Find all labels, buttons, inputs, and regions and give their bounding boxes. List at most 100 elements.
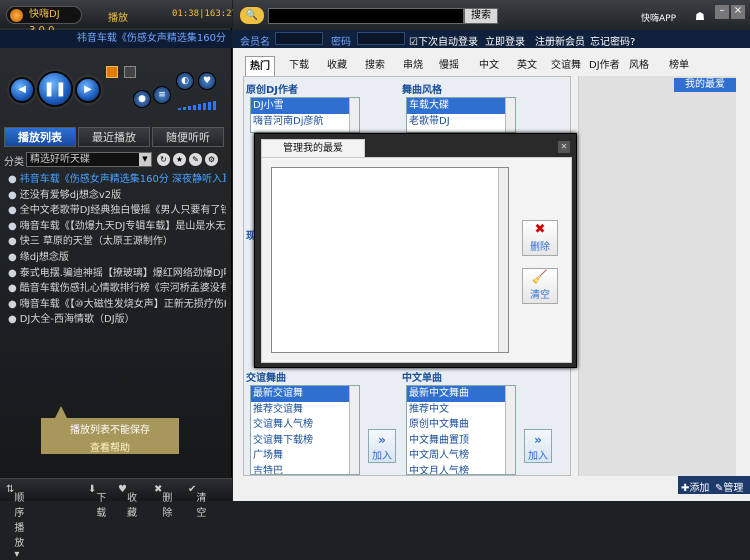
password-input[interactable] [357,32,405,45]
nav-tab[interactable]: 风格 [629,56,649,76]
list-item[interactable]: 推荐中文 [407,402,515,418]
delete-icon: ✖ [534,222,546,237]
bullet-icon: ● [8,314,17,326]
search-button[interactable]: 搜索 [464,8,498,24]
delete-button[interactable]: ✖ 删除 [154,484,172,519]
list-item[interactable]: 交谊舞人气榜 [251,417,359,433]
list-item[interactable]: 最新交谊舞 [251,386,359,402]
add-chinese-button[interactable]: » 加入 [524,429,552,463]
styles-list[interactable]: 车载大碟 老歌带DJ [406,97,516,133]
nav-tab[interactable]: 榜单 [669,56,689,76]
close-button[interactable]: × [731,5,745,19]
playlist-item[interactable]: ● 全中文老歌带DJ经典独白慢摇《男人只要有了钱， [4,203,226,219]
scrollbar[interactable] [498,168,508,352]
login-button[interactable]: 立即登录 [485,33,525,48]
star-icon[interactable]: ★ [173,153,186,166]
nav-tab[interactable]: 中文 [479,56,499,76]
scrollbar[interactable] [349,386,359,474]
list-item[interactable]: 原创中文舞曲 [407,417,515,433]
list-item[interactable]: 嗨音河南Dj彦航 [251,114,359,130]
forgot-password-link[interactable]: 忘记密码? [590,33,635,48]
refresh-icon[interactable]: ↻ [157,153,170,166]
ballroom-list[interactable]: 最新交谊舞推荐交谊舞交谊舞人气榜交谊舞下载榜广场舞吉特巴伦巴 [250,385,360,475]
search-input[interactable] [268,8,464,24]
dialog-body: ✖ 删除 🧹 清空 [261,157,572,363]
list-item[interactable]: 中文舞曲置顶 [407,433,515,449]
tab-random[interactable]: 随便听听 [152,127,224,147]
playlist-item[interactable]: ● DJ大全-西海情歌（DJ版） [4,312,226,328]
nav-tab[interactable]: 下载 [289,56,309,76]
nav-tab[interactable]: 收藏 [327,56,347,76]
chinese-list[interactable]: 最新中文舞曲推荐中文原创中文舞曲中文舞曲置顶中文周人气榜中文月人气榜中文上传排行 [406,385,516,475]
nav-tab[interactable]: DJ作者 [589,56,620,76]
my-favorites-header[interactable]: 我的最爱 [674,78,736,92]
add-favorite-button[interactable]: ✚添加 [681,479,709,494]
add-ballroom-button[interactable]: » 加入 [368,429,396,463]
favorite-button[interactable]: ♥ 收藏 [118,484,137,519]
player-bottom-bar: ⇅ 顺序播放 ▾ ⬇ 下载 ♥ 收藏 ✖ 删除 ✔ 清空 [0,478,232,560]
skin-grey-icon[interactable] [124,66,136,78]
tab-recent[interactable]: 最近播放 [78,127,150,147]
prev-button[interactable]: ◀ [9,77,35,103]
volume-bar[interactable] [178,100,220,110]
list-item[interactable]: 推荐交谊舞 [251,402,359,418]
help-link[interactable]: 查看帮助 [41,439,179,454]
favorites-list[interactable] [271,167,509,353]
nav-tab[interactable]: 热门 [245,56,275,76]
nav-tab[interactable]: 慢摇 [439,56,459,76]
lyrics-icon[interactable]: ≡ [153,86,171,104]
playlist-item[interactable]: ● 快三 草原的天堂（太原王源制作） [4,234,226,250]
minimize-button[interactable]: – [715,5,729,19]
playlist-item[interactable]: ● 酷音车载伤感扎心情歌排行榜《宗河桥孟婆没有碗· [4,281,226,297]
list-item[interactable]: DJ小雪 [251,98,359,114]
scrollbar[interactable] [505,386,515,474]
nav-tab[interactable]: 英文 [517,56,537,76]
scrollbar[interactable] [505,98,515,132]
play-pause-button[interactable]: ❚❚ [37,71,73,107]
download-button[interactable]: ⬇ 下载 [88,484,106,519]
list-item[interactable]: 广场舞 [251,448,359,464]
clear-button[interactable]: ✔ 清空 [188,484,206,519]
playlist-item[interactable]: ● 还没有爱够dj想念v2版 [4,188,226,204]
list-item[interactable]: 车载大碟 [407,98,515,114]
volume-icon[interactable]: ◐ [176,72,194,90]
register-link[interactable]: 注册新会员 [535,33,585,48]
playlist-item[interactable]: ● 泰式电摆.骗迪神摇【撩玻璃】爆红网络劲爆DJ嗨翻 [4,266,226,282]
playlist-item[interactable]: ● 缘dj想念版 [4,250,226,266]
clear-favorites-button[interactable]: 🧹 清空 [522,268,558,304]
settings-icon[interactable]: ⚙ [205,153,218,166]
list-item[interactable]: 吉特巴 [251,464,359,475]
android-icon[interactable]: ☗ [695,10,705,23]
nav-tab[interactable]: 串烧 [403,56,423,76]
scrollbar[interactable] [349,98,359,132]
bullet-icon: ● [8,298,17,310]
authors-list[interactable]: DJ小雪 嗨音河南Dj彦航 [250,97,360,133]
manage-favorites-button[interactable]: ✎管理 [715,479,743,494]
tab-playlist[interactable]: 播放列表 [4,127,76,147]
list-item[interactable]: 最新中文舞曲 [407,386,515,402]
heart-icon[interactable]: ♥ [198,72,216,90]
next-button[interactable]: ▶ [75,77,101,103]
close-icon[interactable]: ✕ [558,141,570,153]
mode-icon[interactable]: ● [133,90,151,108]
list-item[interactable]: 中文周人气榜 [407,448,515,464]
nav-tab[interactable]: 搜索 [365,56,385,76]
playlist-item[interactable]: ● 祎音车载《伤感女声精选集160分 深夜静听入耳又 [4,172,226,188]
login-bar: 会员名 密码 ☑下次自动登录 立即登录 注册新会员 忘记密码? [233,30,750,48]
list-item[interactable]: 中文月人气榜 [407,464,515,475]
nav-tab[interactable]: 交谊舞 [551,56,581,76]
list-item[interactable]: 交谊舞下载榜 [251,433,359,449]
member-input[interactable] [275,32,323,45]
list-item[interactable]: 老歌带DJ [407,114,515,130]
skin-orange-icon[interactable] [106,66,118,78]
auto-login-checkbox[interactable]: ☑下次自动登录 [409,33,478,48]
search-icon[interactable]: 🔍 [240,7,264,24]
edit-icon[interactable]: ✎ [189,153,202,166]
order-button[interactable]: ⇅ 顺序播放 ▾ [6,484,24,560]
playlist-item[interactable]: ● 嗨音车载《【⑩大磁性发烧女声】正新无损疗伤HI [4,297,226,313]
delete-favorite-button[interactable]: ✖ 删除 [522,220,558,256]
time-readout: 01:38|163:27 [172,9,238,19]
category-select[interactable]: 精选好听天碟 ▼ [26,152,152,167]
app-download-label[interactable]: 快嗨APP [641,11,676,24]
playlist-item[interactable]: ● 嗨音车载《【劲爆九天DJ专辑车载】是山是水无边 [4,219,226,235]
